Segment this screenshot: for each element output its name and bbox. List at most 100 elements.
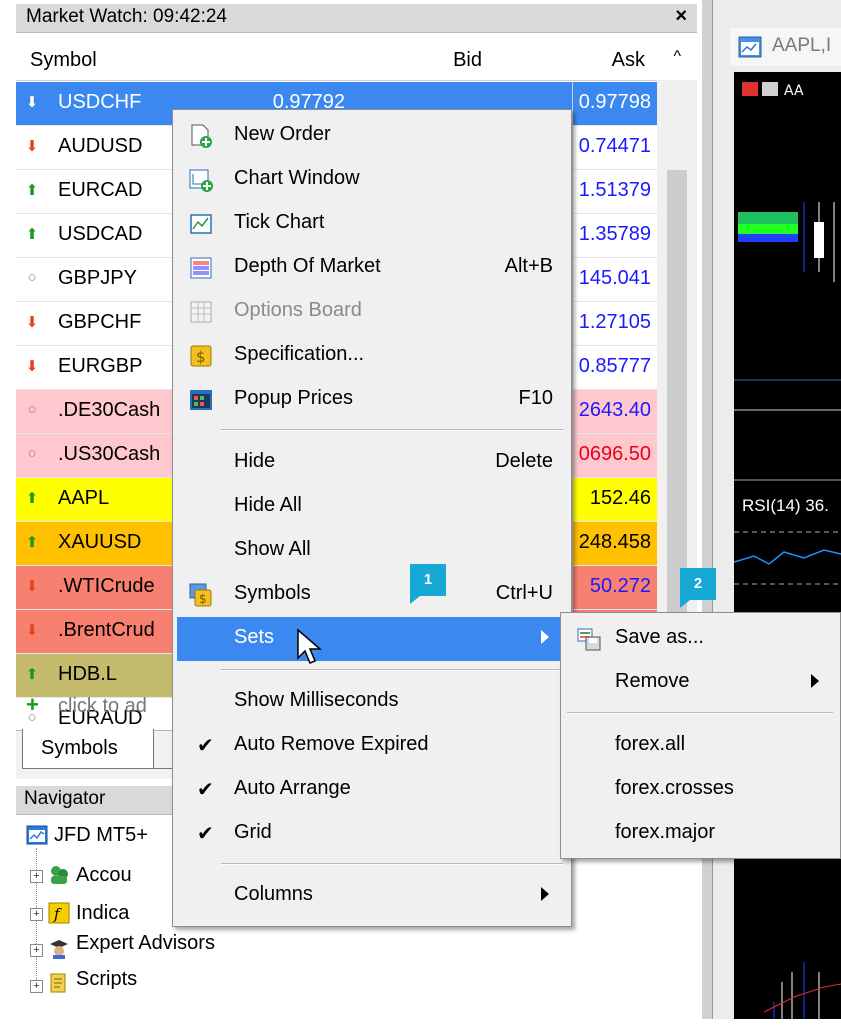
submenu-item-forex-all[interactable]: forex.all xyxy=(565,724,835,768)
menu-shortcut: Ctrl+U xyxy=(495,582,553,604)
menu-item-sets[interactable]: Sets xyxy=(177,617,565,661)
svg-text:$: $ xyxy=(199,592,207,606)
column-header-bid[interactable]: Bid xyxy=(453,49,482,72)
nav-item-scripts[interactable]: Scripts xyxy=(76,968,137,991)
specification-icon: $ xyxy=(190,345,212,367)
down-arrow-icon: ⬇ xyxy=(25,138,39,155)
menu-item-auto-arrange[interactable]: ✔ Auto Arrange xyxy=(177,768,565,812)
menu-item-columns[interactable]: Columns xyxy=(177,874,565,918)
checkmark-icon: ✔ xyxy=(197,779,214,801)
rsi-line xyxy=(733,549,841,565)
submenu-arrow-icon xyxy=(541,887,549,901)
mouse-cursor-icon xyxy=(297,628,323,664)
symbol-cell: GBPCHF xyxy=(58,311,142,333)
symbol-cell: .BrentCrud xyxy=(58,619,155,641)
menu-item-popup-prices[interactable]: Popup Prices F10 xyxy=(177,378,565,422)
candles xyxy=(738,202,835,282)
submenu-item-remove[interactable]: Remove xyxy=(565,661,835,705)
sets-submenu: Save as... Remove forex.all forex.crosse… xyxy=(560,612,841,859)
column-divider xyxy=(572,82,573,126)
checkmark-icon: ✔ xyxy=(197,823,214,845)
context-menu: New Order Chart Window Tick Chart Depth … xyxy=(172,109,572,927)
column-divider xyxy=(572,390,573,434)
menu-label: Save as... xyxy=(615,626,704,648)
menu-item-specification[interactable]: $ Specification... xyxy=(177,334,565,378)
menu-item-auto-remove-expired[interactable]: ✔ Auto Remove Expired xyxy=(177,724,565,768)
depth-of-market-icon xyxy=(190,257,212,279)
ask-cell: 50.272 xyxy=(589,575,651,597)
add-symbol-label: click to ad xyxy=(58,695,147,717)
menu-item-grid[interactable]: ✔ Grid xyxy=(177,812,565,856)
symbol-cell: XAUUSD xyxy=(58,531,142,553)
indicators-icon: f xyxy=(48,902,70,924)
chart-tab[interactable]: AAPL,I xyxy=(730,28,841,66)
ask-cell: 0.74471 xyxy=(578,135,651,157)
nav-item-terminal[interactable]: JFD MT5+ xyxy=(54,824,148,847)
expert-advisors-icon xyxy=(50,940,68,959)
menu-label: Hide xyxy=(234,450,276,472)
down-arrow-icon: ⬇ xyxy=(25,622,39,639)
accounts-icon xyxy=(51,866,68,884)
menu-item-hide[interactable]: Hide Delete xyxy=(177,441,565,485)
menu-label: forex.crosses xyxy=(615,777,734,799)
svg-text:$: $ xyxy=(196,348,206,366)
submenu-arrow-icon xyxy=(811,674,819,688)
menu-label: Show All xyxy=(234,538,311,560)
down-arrow-icon: ⬇ xyxy=(25,314,39,331)
symbol-cell: AAPL xyxy=(58,487,110,509)
symbol-cell: .DE30Cash xyxy=(58,399,161,421)
submenu-item-forex-major[interactable]: forex.major xyxy=(565,812,835,856)
neutral-circle-icon: ○ xyxy=(27,401,37,418)
menu-item-depth-of-market[interactable]: Depth Of Market Alt+B xyxy=(177,246,565,290)
submenu-item-save-as[interactable]: Save as... xyxy=(565,617,835,661)
menu-item-chart-window[interactable]: Chart Window xyxy=(177,158,565,202)
nav-item-expert-advisors[interactable]: Expert Advisors xyxy=(76,932,215,955)
column-header-symbol[interactable]: Symbol xyxy=(30,49,97,72)
menu-separator xyxy=(221,429,563,431)
close-icon[interactable]: × xyxy=(675,5,687,28)
chart-icon xyxy=(738,36,762,58)
symbol-cell: HDB.L xyxy=(58,663,117,685)
ask-cell: 1.27105 xyxy=(578,311,651,333)
column-divider xyxy=(572,522,573,566)
menu-item-new-order[interactable]: New Order xyxy=(177,114,565,158)
tab-symbols[interactable]: Symbols xyxy=(22,729,154,769)
menu-item-hide-all[interactable]: Hide All xyxy=(177,485,565,529)
menu-label: Tick Chart xyxy=(234,211,325,233)
terminal-icon xyxy=(26,825,48,845)
menu-item-symbols[interactable]: $ Symbols Ctrl+U xyxy=(177,573,565,617)
plus-icon: + xyxy=(26,692,39,717)
up-arrow-icon: ⬆ xyxy=(25,490,39,507)
checkmark-icon: ✔ xyxy=(197,735,214,757)
callout-badge: 2 xyxy=(680,568,716,608)
menu-item-tick-chart[interactable]: Tick Chart xyxy=(177,202,565,246)
nav-item-accounts[interactable]: Accou xyxy=(76,864,132,887)
submenu-item-forex-crosses[interactable]: forex.crosses xyxy=(565,768,835,812)
menu-item-show-milliseconds[interactable]: Show Milliseconds xyxy=(177,680,565,724)
ask-cell: 1.51379 xyxy=(578,179,651,201)
lower-candles xyxy=(763,962,841,1019)
column-divider xyxy=(572,302,573,346)
ask-cell: 1.35789 xyxy=(578,223,651,245)
rsi-label: RSI(14) 36. xyxy=(742,496,829,515)
menu-label: Sets xyxy=(234,626,275,648)
nav-item-indicators[interactable]: Indica xyxy=(76,902,129,925)
expand-icon[interactable]: + xyxy=(30,944,43,957)
expand-icon[interactable]: + xyxy=(30,980,43,993)
options-board-icon xyxy=(190,301,212,323)
navigator-title: Navigator xyxy=(24,788,106,809)
chart-canvas[interactable]: AA xyxy=(733,72,841,1019)
menu-separator xyxy=(221,863,563,865)
splitter[interactable] xyxy=(702,0,713,1019)
menu-item-show-all[interactable]: Show All xyxy=(177,529,565,573)
scroll-up-icon[interactable]: ^ xyxy=(673,48,681,66)
expand-icon[interactable]: + xyxy=(30,870,43,883)
menu-label: Options Board xyxy=(234,299,362,321)
column-header-ask[interactable]: Ask xyxy=(612,49,645,72)
symbols-icon: $ xyxy=(189,583,212,607)
symbol-cell: USDCHF xyxy=(58,91,142,113)
up-arrow-icon: ⬆ xyxy=(25,534,39,551)
expand-icon[interactable]: + xyxy=(30,908,43,921)
down-arrow-icon: ⬇ xyxy=(25,358,39,375)
menu-label: Symbols xyxy=(234,582,311,604)
